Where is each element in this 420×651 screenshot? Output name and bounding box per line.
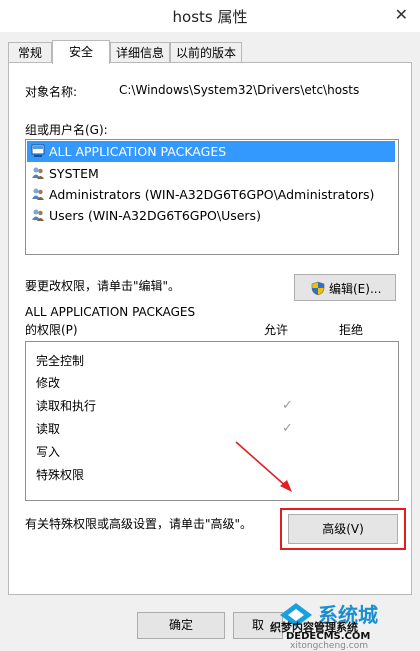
edit-button[interactable]: 编辑(E)... (294, 274, 396, 301)
app-packages-icon (31, 144, 45, 157)
permission-name: 写入 (36, 445, 61, 459)
tab-details[interactable]: 详细信息 (110, 42, 170, 62)
table-row: 读取 ✓ (36, 418, 386, 440)
list-item-label: Administrators (WIN-A32DG6T6GPO\Administ… (49, 187, 375, 202)
permission-name: 特殊权限 (36, 468, 85, 482)
permission-name: 读取和执行 (36, 399, 97, 413)
ok-button[interactable]: 确定 (137, 612, 225, 639)
list-item[interactable]: Administrators (WIN-A32DG6T6GPO\Administ… (27, 184, 395, 205)
annotation-arrow-icon (235, 441, 292, 492)
table-row: 写入 (36, 441, 386, 463)
tab-security[interactable]: 安全 (52, 40, 110, 64)
table-row: 完全控制 (36, 350, 386, 372)
object-name-label: 对象名称: (25, 85, 78, 99)
annotation-highlight (280, 508, 406, 550)
list-item-label: SYSTEM (49, 166, 99, 181)
list-item-label: ALL APPLICATION PACKAGES (49, 144, 227, 159)
edit-hint: 要更改权限，请单击"编辑"。 (25, 279, 181, 293)
object-name-value: C:\Windows\System32\Drivers\etc\hosts (119, 83, 360, 97)
users-icon (32, 188, 44, 200)
advanced-hint: 有关特殊权限或高级设置，请单击"高级"。 (25, 517, 253, 531)
shield-icon (311, 281, 325, 296)
permission-name: 修改 (36, 376, 61, 390)
list-item[interactable]: SYSTEM (27, 163, 395, 184)
table-row: 修改 (36, 372, 386, 394)
tab-previous-versions[interactable]: 以前的版本 (170, 42, 242, 62)
permissions-label: 的权限(P) (25, 323, 78, 337)
tab-general[interactable]: 常规 (8, 42, 52, 62)
edit-button-label: 编辑(E)... (329, 282, 382, 296)
permissions-list[interactable]: 完全控制 修改 读取和执行 ✓ 读取 ✓ 写入 特殊权限 (25, 341, 399, 501)
close-icon[interactable]: ✕ (395, 5, 408, 24)
table-row: 特殊权限 (36, 464, 386, 486)
permissions-subject: ALL APPLICATION PACKAGES (25, 305, 196, 319)
users-icon (32, 209, 44, 221)
title-bar: hosts 属性 ✕ (0, 0, 420, 32)
list-item-label: Users (WIN-A32DG6T6GPO\Users) (49, 208, 261, 223)
watermark-line3: xitongcheng.com (290, 641, 368, 651)
list-item[interactable]: ALL APPLICATION PACKAGES (27, 141, 395, 162)
list-item[interactable]: Users (WIN-A32DG6T6GPO\Users) (27, 205, 395, 226)
window-title: hosts 属性 (172, 8, 248, 26)
group-users-label: 组或用户名(G): (25, 123, 108, 137)
permission-name: 读取 (36, 422, 61, 436)
group-users-list[interactable]: ALL APPLICATION PACKAGES SYSTEM Administ… (25, 139, 399, 255)
watermark: 系统城 织梦内容管理系统 DEDECMS.COM xitongcheng.com (266, 599, 416, 651)
allow-column-header: 允许 (264, 323, 289, 337)
users-icon (32, 167, 44, 179)
allow-check-icon: ✓ (282, 398, 293, 413)
table-row: 读取和执行 ✓ (36, 395, 386, 417)
permission-name: 完全控制 (36, 354, 85, 368)
deny-column-header: 拒绝 (339, 323, 364, 337)
